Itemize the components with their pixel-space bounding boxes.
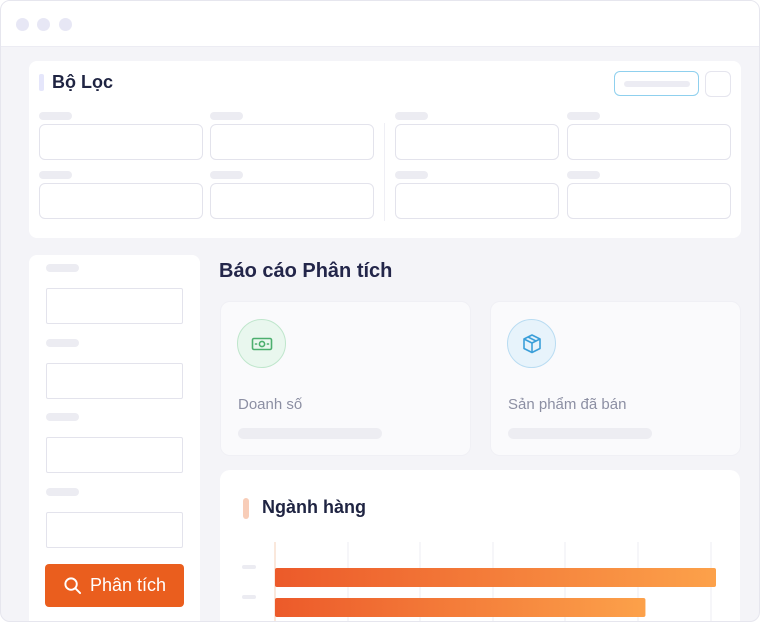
analyze-button-label: Phân tích [89, 575, 167, 595]
filter-action-button[interactable] [614, 71, 699, 96]
box-icon [522, 333, 541, 353]
sidebar-field-input[interactable] [46, 437, 183, 473]
stat-card-revenue: Doanh số [220, 301, 471, 456]
filter-field-input[interactable] [210, 183, 374, 219]
chart-bar[interactable] [275, 568, 716, 587]
category-bar-chart [242, 542, 716, 621]
filter-field-input[interactable] [567, 183, 731, 219]
filter-field-label [39, 112, 72, 120]
filter-title-accent [39, 74, 44, 91]
filter-field-label [567, 112, 600, 120]
filter-panel: Bộ Lọc [29, 61, 741, 238]
button-placeholder-text [624, 81, 690, 87]
stat-label: Doanh số [238, 396, 303, 413]
filter-icon-button[interactable] [705, 71, 731, 97]
window-control-dot[interactable] [59, 18, 72, 31]
sidebar-field-label [46, 413, 79, 421]
chart-bar[interactable] [275, 598, 646, 617]
filter-divider [384, 123, 385, 221]
filter-field-input[interactable] [39, 124, 203, 160]
title-bar [1, 1, 759, 47]
filter-field-label [210, 112, 243, 120]
sidebar-field-label [46, 339, 79, 347]
report-title: Báo cáo Phân tích [219, 260, 393, 282]
sidebar-field-input[interactable] [46, 512, 183, 548]
category-chart-card: Ngành hàng [220, 470, 740, 621]
search-icon [64, 577, 82, 595]
window-control-dot[interactable] [16, 18, 29, 31]
sidebar-field-input[interactable] [46, 363, 183, 399]
filter-field-input[interactable] [210, 124, 374, 160]
chart-category-tick-placeholder [242, 595, 256, 599]
filter-field-label [39, 171, 72, 179]
filter-field-label [395, 171, 428, 179]
box-icon-badge [507, 319, 556, 368]
sidebar-field-label [46, 264, 79, 272]
money-icon-badge [237, 319, 286, 368]
filter-field-label [210, 171, 243, 179]
sidebar-field-input[interactable] [46, 288, 183, 324]
window-control-dot[interactable] [37, 18, 50, 31]
filter-field-input[interactable] [395, 183, 559, 219]
filter-field-label [567, 171, 600, 179]
stat-value-placeholder [508, 428, 652, 439]
sidebar-field-label [46, 488, 79, 496]
chart-category-tick-placeholder [242, 565, 256, 569]
stat-value-placeholder [238, 428, 382, 439]
sidebar-panel: Phân tích [29, 255, 200, 621]
analyze-button[interactable]: Phân tích [45, 564, 184, 607]
app-window: Bộ Lọc Phân tích Báo cáo Phân tích Doanh… [0, 0, 760, 622]
stat-label: Sản phẩm đã bán [508, 396, 627, 413]
filter-field-input[interactable] [567, 124, 731, 160]
stat-card-products-sold: Sản phẩm đã bán [490, 301, 741, 456]
filter-field-label [395, 112, 428, 120]
money-icon [251, 337, 272, 350]
filter-title: Bộ Lọc [52, 72, 113, 92]
filter-field-input[interactable] [395, 124, 559, 160]
filter-field-input[interactable] [39, 183, 203, 219]
